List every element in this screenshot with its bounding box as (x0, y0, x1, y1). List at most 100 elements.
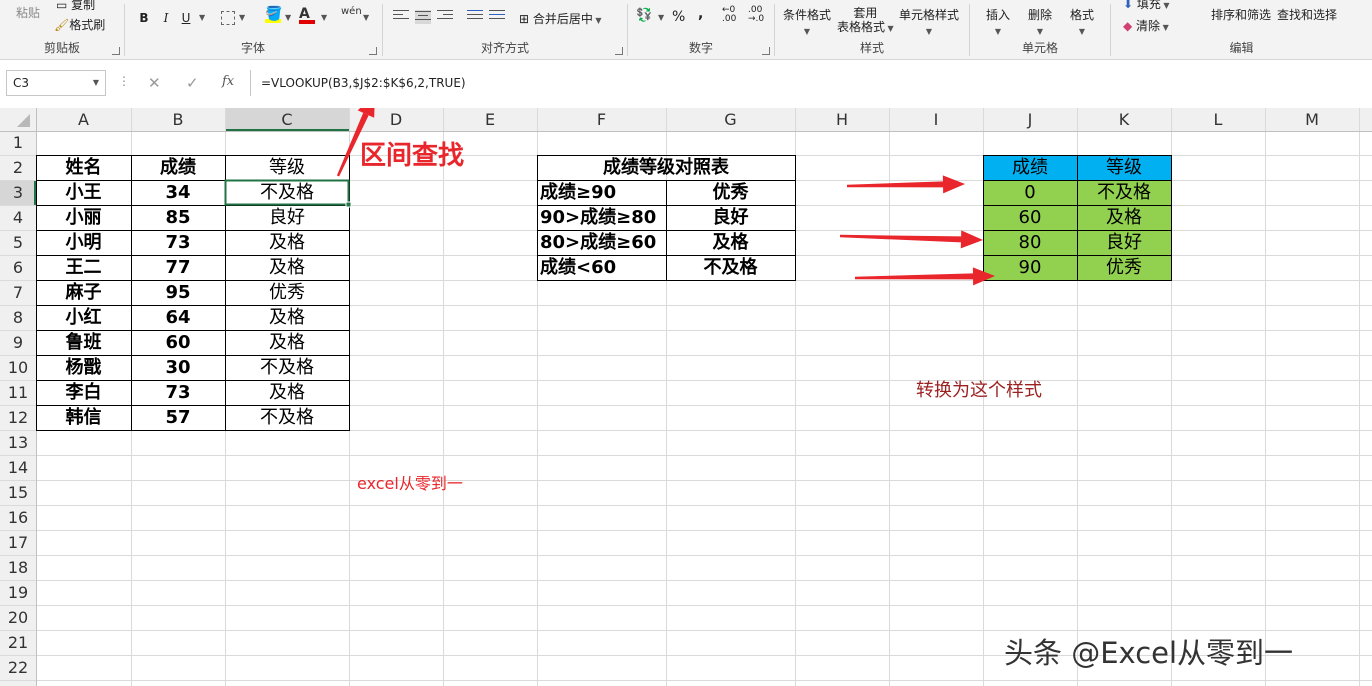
row-header-8[interactable]: 8 (0, 305, 36, 330)
align-center-icon[interactable] (415, 10, 431, 24)
currency-icon[interactable]: 💱 (636, 8, 652, 23)
lookup-header-cell[interactable]: 等级 (1077, 155, 1171, 180)
grade-cell[interactable]: 及格 (225, 330, 349, 355)
name-cell[interactable]: 小明 (36, 230, 131, 255)
score-cell[interactable]: 73 (131, 230, 225, 255)
borders-icon[interactable] (221, 11, 235, 25)
decrease-indent-icon[interactable] (467, 10, 483, 24)
italic-button[interactable]: I (157, 9, 175, 27)
grade-cell[interactable]: 不及格 (225, 405, 349, 430)
chevron-down-icon[interactable]: ▼ (363, 13, 369, 22)
column-header-C[interactable]: C (225, 108, 349, 131)
cancel-icon[interactable]: ✕ (148, 74, 161, 92)
column-header-A[interactable]: A (36, 108, 131, 131)
row-header-5[interactable]: 5 (0, 230, 36, 255)
column-header-K[interactable]: K (1077, 108, 1171, 131)
row-header-14[interactable]: 14 (0, 455, 36, 480)
column-header-M[interactable]: M (1265, 108, 1359, 131)
comma-button[interactable]: , (698, 6, 703, 22)
fill-button[interactable]: ⬇ 填充 ▼ (1123, 0, 1170, 12)
grade-cell[interactable]: 及格 (225, 380, 349, 405)
name-cell[interactable]: 韩信 (36, 405, 131, 430)
name-cell[interactable]: 小丽 (36, 205, 131, 230)
enter-icon[interactable]: ✓ (186, 74, 199, 92)
paste-button[interactable]: 粘贴 (16, 4, 40, 21)
column-header-B[interactable]: B (131, 108, 225, 131)
lookup-header-cell[interactable]: 成绩 (983, 155, 1077, 180)
chevron-down-icon[interactable]: ▼ (321, 13, 327, 22)
row-header-3[interactable]: 3 (0, 180, 36, 205)
column-header-E[interactable]: E (443, 108, 537, 131)
font-launcher-icon[interactable] (369, 47, 377, 55)
name-cell[interactable]: 李白 (36, 380, 131, 405)
lookup-threshold-cell[interactable]: 60 (983, 205, 1077, 230)
increase-decimal-icon[interactable]: ←0.00 (722, 6, 736, 24)
lookup-threshold-cell[interactable]: 80 (983, 230, 1077, 255)
format-cells-button[interactable]: 格式 ▼ (1070, 6, 1094, 37)
grade-cell[interactable]: 优秀 (225, 280, 349, 305)
row-header-6[interactable]: 6 (0, 255, 36, 280)
row-header-4[interactable]: 4 (0, 205, 36, 230)
row-header-21[interactable]: 21 (0, 630, 36, 655)
score-cell[interactable]: 60 (131, 330, 225, 355)
score-cell[interactable]: 64 (131, 305, 225, 330)
condition-cell[interactable]: 80>成绩≥60 (537, 230, 666, 255)
grade-cell[interactable]: 不及格 (225, 355, 349, 380)
conditional-format-button[interactable]: 条件格式 ▼ (783, 6, 831, 37)
row-header-11[interactable]: 11 (0, 380, 36, 405)
row-header-7[interactable]: 7 (0, 280, 36, 305)
alignment-launcher-icon[interactable] (615, 47, 623, 55)
align-left-icon[interactable] (393, 10, 409, 24)
column-header-I[interactable]: I (889, 108, 983, 131)
align-right-icon[interactable] (437, 10, 453, 24)
underline-button[interactable]: U (177, 9, 195, 27)
row-header-19[interactable]: 19 (0, 580, 36, 605)
formula-input[interactable]: =VLOOKUP(B3,$J$2:$K$6,2,TRUE) (250, 70, 1366, 96)
cell-styles-button[interactable]: 单元格样式 ▼ (899, 6, 959, 37)
row-header-9[interactable]: 9 (0, 330, 36, 355)
score-cell[interactable]: 85 (131, 205, 225, 230)
more-icon[interactable]: ⋮ (118, 74, 130, 88)
row-header-15[interactable]: 15 (0, 480, 36, 505)
lookup-grade-cell[interactable]: 不及格 (1077, 180, 1171, 205)
percent-button[interactable]: % (672, 9, 685, 25)
condition-cell[interactable]: 成绩≥90 (537, 180, 666, 205)
row-header-13[interactable]: 13 (0, 430, 36, 455)
row-header-2[interactable]: 2 (0, 155, 36, 180)
row-header-12[interactable]: 12 (0, 405, 36, 430)
chevron-down-icon[interactable]: ▼ (93, 71, 99, 95)
reference-grade-cell[interactable]: 良好 (666, 205, 795, 230)
find-select-button[interactable]: 查找和选择 (1277, 6, 1337, 23)
row-header-20[interactable]: 20 (0, 605, 36, 630)
fill-color-icon[interactable]: 🪣 (265, 6, 282, 23)
sort-filter-button[interactable]: 排序和筛选 (1211, 6, 1271, 23)
score-cell[interactable]: 30 (131, 355, 225, 380)
increase-indent-icon[interactable] (489, 10, 505, 24)
column-header-H[interactable]: H (795, 108, 889, 131)
worksheet[interactable]: ABCDEFGHIJKLM 1 2 3 4 5 6 7 8 9 10 11 12 13 14 15 16 17 1… (0, 108, 1372, 686)
bold-button[interactable]: B (135, 9, 153, 27)
name-cell[interactable]: 杨戬 (36, 355, 131, 380)
score-cell[interactable]: 57 (131, 405, 225, 430)
copy-button[interactable]: ▭ 复制 (56, 0, 95, 13)
reference-grade-cell[interactable]: 及格 (666, 230, 795, 255)
row-header-17[interactable]: 17 (0, 530, 36, 555)
delete-button[interactable]: 删除 ▼ (1028, 6, 1052, 37)
row-header-18[interactable]: 18 (0, 555, 36, 580)
format-painter-button[interactable]: 🖌格式刷 (54, 16, 105, 33)
chevron-down-icon[interactable]: ▼ (239, 13, 245, 22)
column-header-G[interactable]: G (666, 108, 795, 131)
column-header-J[interactable]: J (983, 108, 1077, 131)
name-cell[interactable]: 麻子 (36, 280, 131, 305)
name-cell[interactable]: 小红 (36, 305, 131, 330)
table-header-cell[interactable]: 等级 (225, 155, 349, 180)
reference-grade-cell[interactable]: 不及格 (666, 255, 795, 280)
table-header-cell[interactable]: 成绩 (131, 155, 225, 180)
font-color-icon[interactable]: A (299, 6, 315, 24)
reference-title-cell[interactable]: 成绩等级对照表 (537, 155, 795, 180)
chevron-down-icon[interactable]: ▼ (285, 13, 291, 22)
row-header-1[interactable]: 1 (0, 131, 36, 155)
row-header-22[interactable]: 22 (0, 655, 36, 680)
clipboard-launcher-icon[interactable] (112, 47, 120, 55)
grade-cell[interactable]: 良好 (225, 205, 349, 230)
